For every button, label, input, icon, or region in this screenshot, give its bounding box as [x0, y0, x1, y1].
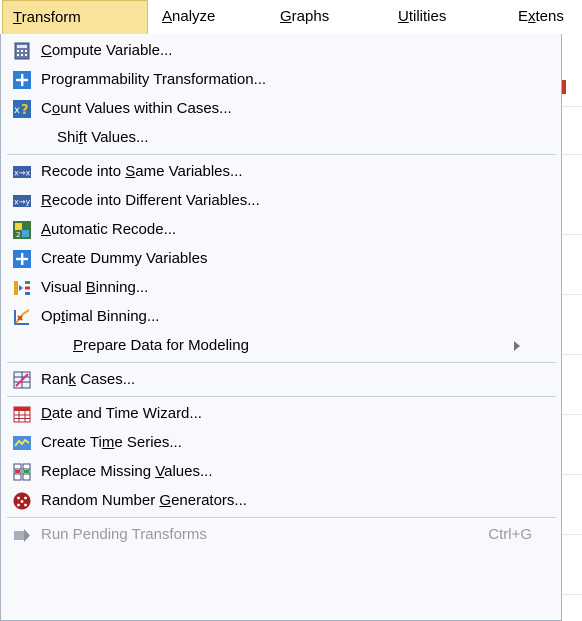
menu-item-label: Compute Variable...	[41, 42, 173, 59]
run-pending-icon	[14, 529, 30, 542]
grid-line	[562, 154, 582, 155]
menu-item-prepare-data-for-modeling[interactable]: Prepare Data for Modeling	[5, 331, 558, 360]
dice-icon	[13, 492, 31, 510]
svg-text:x→y: x→y	[14, 198, 30, 207]
grid-line	[562, 534, 582, 535]
visual-binning-icon	[14, 281, 30, 295]
menu-utilities[interactable]: Utilities	[388, 0, 456, 34]
menu-item-recode-different[interactable]: x→y Recode into Different Variables...	[5, 186, 558, 215]
count-values-icon: x ?	[13, 100, 31, 118]
menu-item-recode-same[interactable]: x→x Recode into Same Variables...	[5, 157, 558, 186]
grid-line	[562, 354, 582, 355]
menu-analyze[interactable]: Analyze	[152, 0, 225, 34]
recode-different-icon: x→y	[13, 195, 31, 207]
svg-text:x: x	[14, 105, 20, 116]
menu-separator	[7, 396, 556, 398]
menu-item-label: Count Values within Cases...	[41, 100, 232, 117]
optimal-binning-icon	[14, 309, 30, 325]
menu-item-label: Programmability Transformation...	[41, 71, 267, 88]
menu-item-label: Automatic Recode...	[41, 221, 177, 238]
submenu-arrow-icon	[514, 341, 520, 351]
menu-item-label: Create Dummy Variables	[41, 250, 208, 267]
menu-item-label: Run Pending Transforms	[41, 526, 207, 543]
menu-graphs[interactable]: Graphs	[270, 0, 339, 34]
calculator-icon	[14, 42, 30, 60]
grid-line	[562, 594, 582, 595]
shortcut-label: Ctrl+G	[488, 526, 532, 543]
menu-item-date-time-wizard[interactable]: Date and Time Wizard...	[5, 399, 558, 428]
menu-item-label: Prepare Data for Modeling	[73, 337, 249, 354]
transform-menu: Compute Variable... Programmability Tran…	[0, 34, 562, 621]
menu-separator	[7, 154, 556, 156]
menu-item-label: Date and Time Wizard...	[41, 405, 202, 422]
menu-item-compute-variable[interactable]: Compute Variable...	[5, 36, 558, 65]
menu-item-shift-values[interactable]: Shift Values...	[5, 123, 558, 152]
background-marker	[562, 80, 566, 94]
replace-missing-icon	[13, 463, 31, 481]
grid-line	[562, 414, 582, 415]
menu-item-label: Replace Missing Values...	[41, 463, 213, 480]
menubar: Transform Analyze Graphs Utilities Exten…	[0, 0, 582, 35]
date-time-icon	[13, 406, 31, 423]
menu-item-label: Recode into Different Variables...	[41, 192, 260, 209]
menu-item-replace-missing-values[interactable]: Replace Missing Values...	[5, 457, 558, 486]
background-window	[562, 34, 582, 621]
automatic-recode-icon: 2	[13, 221, 31, 239]
menu-item-label: Rank Cases...	[41, 371, 136, 388]
menu-item-programmability-transformation[interactable]: Programmability Transformation...	[5, 65, 558, 94]
menu-item-label: Create Time Series...	[41, 434, 182, 451]
recode-same-icon: x→x	[13, 166, 31, 178]
grid-line	[562, 474, 582, 475]
menu-item-label: Visual Binning...	[41, 279, 149, 296]
grid-line	[562, 234, 582, 235]
time-series-icon	[13, 436, 31, 450]
rank-cases-icon	[13, 371, 31, 389]
menu-extensions[interactable]: Extens	[508, 0, 574, 34]
menu-item-label: Recode into Same Variables...	[41, 163, 243, 180]
svg-text:2: 2	[16, 231, 20, 239]
menu-item-create-time-series[interactable]: Create Time Series...	[5, 428, 558, 457]
grid-line	[562, 294, 582, 295]
menu-item-random-number-generators[interactable]: Random Number Generators...	[5, 486, 558, 515]
menu-item-visual-binning[interactable]: Visual Binning...	[5, 273, 558, 302]
menu-item-automatic-recode[interactable]: 2 Automatic Recode...	[5, 215, 558, 244]
plus-icon	[13, 250, 31, 268]
menu-item-label: Random Number Generators...	[41, 492, 247, 509]
menu-item-label: Optimal Binning...	[41, 308, 160, 325]
svg-text:x→x: x→x	[14, 169, 30, 178]
menu-item-count-values[interactable]: x ? Count Values within Cases...	[5, 94, 558, 123]
menu-item-optimal-binning[interactable]: Optimal Binning...	[5, 302, 558, 331]
menu-item-rank-cases[interactable]: Rank Cases...	[5, 365, 558, 394]
menu-item-run-pending-transforms: Run Pending Transforms Ctrl+G	[5, 520, 558, 549]
plus-icon	[13, 71, 31, 89]
menu-item-label: Shift Values...	[57, 129, 149, 146]
menu-transform[interactable]: Transform	[2, 0, 148, 34]
menu-item-create-dummy-variables[interactable]: Create Dummy Variables	[5, 244, 558, 273]
menu-separator	[7, 517, 556, 519]
grid-line	[562, 106, 582, 107]
menu-separator	[7, 362, 556, 364]
svg-text:?: ?	[21, 103, 29, 118]
